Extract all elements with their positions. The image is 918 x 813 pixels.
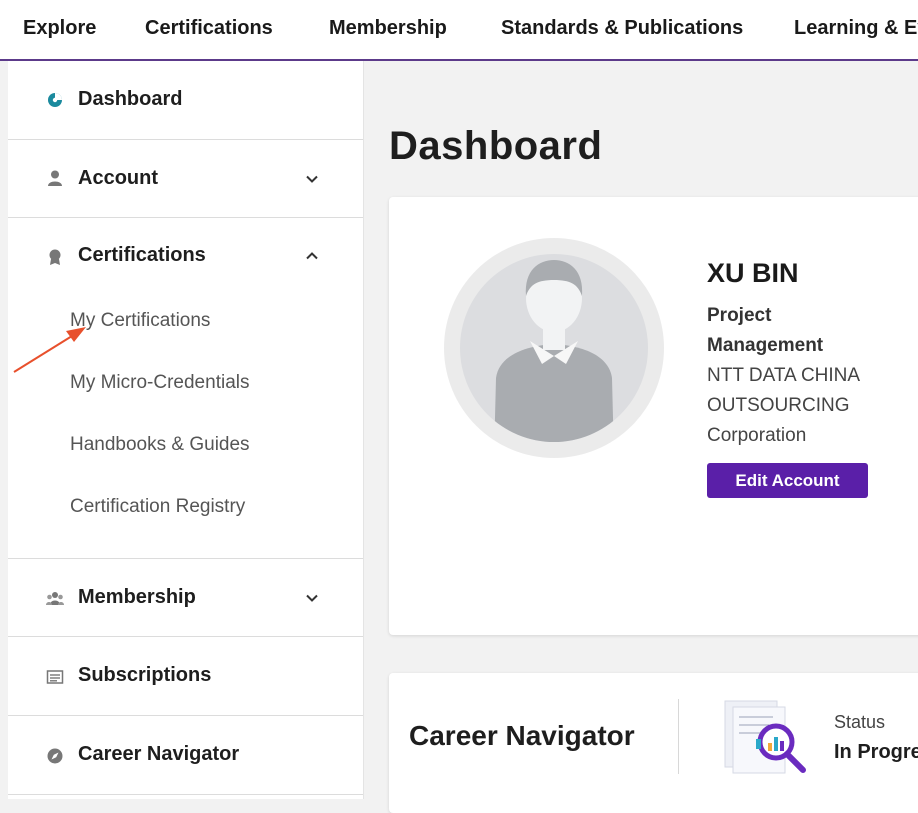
chevron-down-icon[interactable] bbox=[304, 590, 320, 606]
nav-certifications[interactable]: Certifications bbox=[145, 17, 273, 40]
sidebar-item-subscriptions[interactable]: Subscriptions bbox=[8, 636, 363, 716]
dashboard-icon bbox=[48, 93, 62, 107]
person-icon bbox=[48, 170, 62, 186]
profile-role: Project Management bbox=[707, 305, 824, 356]
sidebar-item-career-navigator[interactable]: Career Navigator bbox=[8, 715, 363, 795]
sidebar-item-label: Account bbox=[78, 167, 158, 189]
sidebar-item-label[interactable]: Certifications bbox=[78, 244, 206, 267]
divider bbox=[678, 699, 679, 774]
nav-learning-events[interactable]: Learning & Ev bbox=[794, 17, 918, 40]
nav-membership[interactable]: Membership bbox=[329, 17, 447, 40]
sidebar-item-membership[interactable]: Membership bbox=[8, 558, 363, 637]
career-navigator-title: Career Navigator bbox=[409, 720, 635, 751]
profile-organization: NTT DATA CHINA OUTSOURCING Corporation bbox=[707, 365, 860, 446]
sidebar-item-label: Subscriptions bbox=[78, 664, 212, 686]
career-status-label: Status bbox=[834, 712, 886, 732]
sidebar-item-label: Dashboard bbox=[78, 88, 183, 110]
sidebar-item-label: Career Navigator bbox=[78, 743, 240, 765]
window-edge bbox=[0, 61, 8, 799]
sidebar-subitem-certification-registry[interactable]: Certification Registry bbox=[70, 496, 245, 518]
sidebar-item-certifications: Certifications My Certifications My Micr… bbox=[8, 217, 363, 559]
group-icon bbox=[46, 592, 64, 605]
sidebar-item-account[interactable]: Account bbox=[8, 139, 363, 218]
sidebar-item-label: Membership bbox=[78, 586, 196, 608]
profile-name: XU BIN bbox=[707, 258, 799, 288]
page-title: Dashboard bbox=[389, 124, 603, 168]
chevron-down-icon[interactable] bbox=[304, 171, 320, 187]
compass-icon bbox=[47, 748, 63, 764]
avatar bbox=[444, 238, 664, 458]
newspaper-icon bbox=[46, 670, 64, 684]
sidebar-subitem-my-certifications[interactable]: My Certifications bbox=[70, 310, 210, 332]
award-icon bbox=[49, 249, 61, 265]
sidebar-item-dashboard[interactable]: Dashboard bbox=[8, 61, 363, 140]
nav-explore[interactable]: Explore bbox=[23, 17, 96, 40]
sidebar-subitem-handbooks-guides[interactable]: Handbooks & Guides bbox=[70, 434, 250, 456]
edit-account-button[interactable]: Edit Account bbox=[707, 463, 868, 498]
chevron-up-icon[interactable] bbox=[304, 248, 320, 264]
sidebar: Dashboard Account Certifications My Cert… bbox=[8, 61, 364, 799]
top-navigation: Explore Certifications Membership Standa… bbox=[0, 0, 918, 61]
career-search-illustration-icon bbox=[724, 700, 806, 774]
sidebar-subitem-my-micro-credentials[interactable]: My Micro-Credentials bbox=[70, 372, 249, 394]
career-status-value: In Progre bbox=[834, 741, 918, 763]
nav-standards-publications[interactable]: Standards & Publications bbox=[501, 17, 743, 40]
